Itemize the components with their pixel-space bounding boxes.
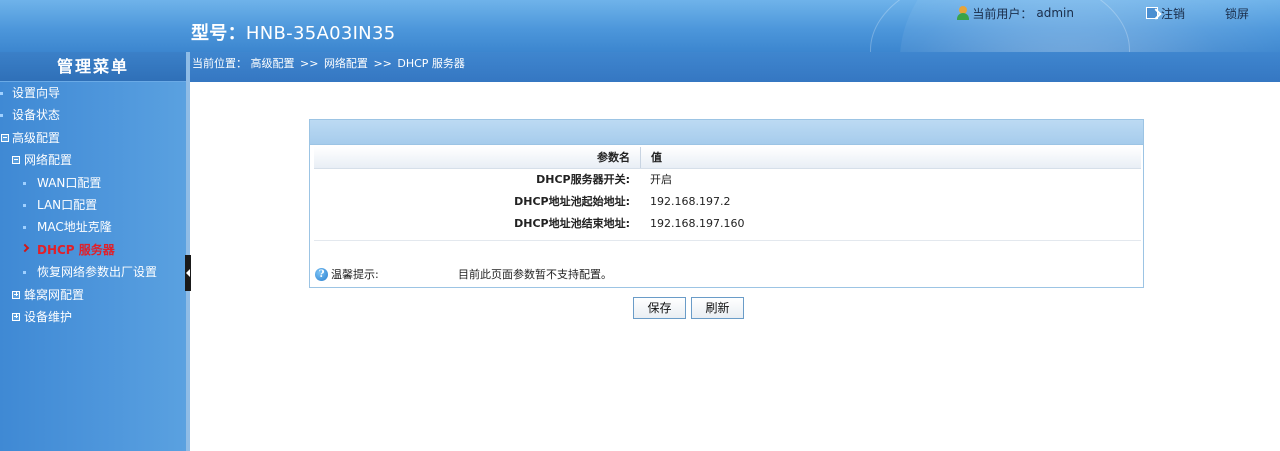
sidebar-item-label: 网络配置 <box>24 153 73 168</box>
sidebar-item-label: DHCP 服务器 <box>37 242 115 257</box>
sidebar-item-device-maintenance[interactable]: 设备维护 <box>0 306 186 328</box>
sidebar-item-label: 设备状态 <box>12 108 61 123</box>
column-header-name: 参数名 <box>597 151 630 164</box>
expand-icon[interactable] <box>12 312 20 321</box>
user-icon <box>956 6 970 20</box>
sidebar-item-network-config[interactable]: 网络配置 <box>0 149 186 171</box>
sidebar-item-advanced-config[interactable]: 高级配置 <box>0 127 186 149</box>
breadcrumb: 当前位置： 高级配置 >> 网络配置 >> DHCP 服务器 <box>190 52 1280 82</box>
dhcp-settings-panel: 参数名 值 DHCP服务器开关: 开启 DHCP地址池起始地址: 192.168… <box>309 119 1144 288</box>
model-label: 型号： <box>191 23 246 44</box>
table-row: DHCP地址池结束地址: 192.168.197.160 <box>314 213 1141 235</box>
column-header-value: 值 <box>640 147 662 168</box>
action-buttons: 保存 刷新 <box>633 297 744 319</box>
param-name: DHCP地址池起始地址: <box>514 195 630 208</box>
sidebar: 管理菜单 设置向导 设备状态 高级配置 网络配置 WAN口配置 LAN口配置 M… <box>0 52 186 451</box>
bullet-icon <box>23 203 26 207</box>
panel-header-bar <box>310 120 1143 145</box>
menu-title: 管理菜单 <box>0 52 186 82</box>
refresh-button[interactable]: 刷新 <box>691 297 744 319</box>
collapse-icon[interactable] <box>12 156 20 165</box>
bullet-icon <box>23 271 26 275</box>
lock-screen-link[interactable]: 锁屏 <box>1225 5 1249 22</box>
model-value: HNB-35A03IN35 <box>245 23 396 44</box>
bullet-icon <box>0 114 3 118</box>
sidebar-item-label: 设备维护 <box>24 309 73 324</box>
param-value: 192.168.197.2 <box>650 195 731 208</box>
sidebar-splitter[interactable] <box>186 52 190 451</box>
logout-link[interactable]: 注销 <box>1161 5 1185 22</box>
sidebar-item-restore-network-defaults[interactable]: 恢复网络参数出厂设置 <box>0 261 186 283</box>
top-header: 型号：HNB-35A03IN35 当前用户： admin 注销 锁屏 <box>0 0 1280 52</box>
collapse-sidebar-handle[interactable] <box>185 255 191 291</box>
param-name: DHCP服务器开关: <box>536 173 630 186</box>
chevron-right-icon <box>20 243 30 252</box>
sidebar-item-label: 高级配置 <box>12 130 61 145</box>
sidebar-item-mac-clone[interactable]: MAC地址克隆 <box>0 216 186 238</box>
table-header-row: 参数名 值 <box>314 147 1141 169</box>
bullet-icon <box>23 181 26 185</box>
expand-icon[interactable] <box>12 290 20 299</box>
breadcrumb-separator: >> <box>300 57 319 70</box>
sidebar-item-label: WAN口配置 <box>37 175 102 190</box>
logout-icon[interactable] <box>1145 7 1158 19</box>
breadcrumb-label: 当前位置： <box>192 57 247 70</box>
sidebar-item-lan-config[interactable]: LAN口配置 <box>0 194 186 216</box>
breadcrumb-separator: >> <box>373 57 392 70</box>
table-divider <box>314 240 1141 241</box>
param-name: DHCP地址池结束地址: <box>514 217 630 230</box>
sidebar-item-label: LAN口配置 <box>37 197 98 212</box>
sidebar-item-setup-wizard[interactable]: 设置向导 <box>0 82 186 104</box>
sidebar-item-label: 设置向导 <box>12 86 61 100</box>
param-value: 192.168.197.160 <box>650 217 745 230</box>
breadcrumb-item: 网络配置 <box>323 57 368 70</box>
save-button[interactable]: 保存 <box>633 297 686 319</box>
sidebar-item-wan-config[interactable]: WAN口配置 <box>0 172 186 194</box>
current-user-label: 当前用户： <box>972 6 1033 21</box>
sidebar-item-cellular-config[interactable]: 蜂窝网配置 <box>0 284 186 306</box>
sidebar-item-label: MAC地址克隆 <box>37 220 112 235</box>
notice-tip: ? 温馨提示: 目前此页面参数暂不支持配置。 <box>315 266 1140 284</box>
sidebar-item-dhcp-server[interactable]: DHCP 服务器 <box>0 239 186 261</box>
bullet-icon <box>0 92 3 95</box>
device-model: 型号：HNB-35A03IN35 <box>191 19 395 45</box>
table-row: DHCP服务器开关: 开启 <box>314 169 1141 191</box>
sidebar-item-label: 恢复网络参数出厂设置 <box>37 265 158 280</box>
breadcrumb-item: DHCP 服务器 <box>397 57 465 70</box>
breadcrumb-item: 高级配置 <box>250 57 295 70</box>
table-row: DHCP地址池起始地址: 192.168.197.2 <box>314 191 1141 213</box>
param-value: 开启 <box>650 173 672 186</box>
collapse-icon[interactable] <box>1 133 9 142</box>
sidebar-item-device-status[interactable]: 设备状态 <box>0 104 186 126</box>
user-bar: 当前用户： admin 注销 锁屏 <box>956 5 1280 21</box>
sidebar-item-label: 蜂窝网配置 <box>24 287 85 302</box>
current-user-name: admin <box>1036 6 1074 20</box>
tip-label: 温馨提示: <box>331 268 379 281</box>
bullet-icon <box>23 226 26 230</box>
parameter-table: 参数名 值 DHCP服务器开关: 开启 DHCP地址池起始地址: 192.168… <box>314 147 1141 235</box>
tip-text: 目前此页面参数暂不支持配置。 <box>458 268 612 281</box>
info-icon: ? <box>315 268 328 281</box>
